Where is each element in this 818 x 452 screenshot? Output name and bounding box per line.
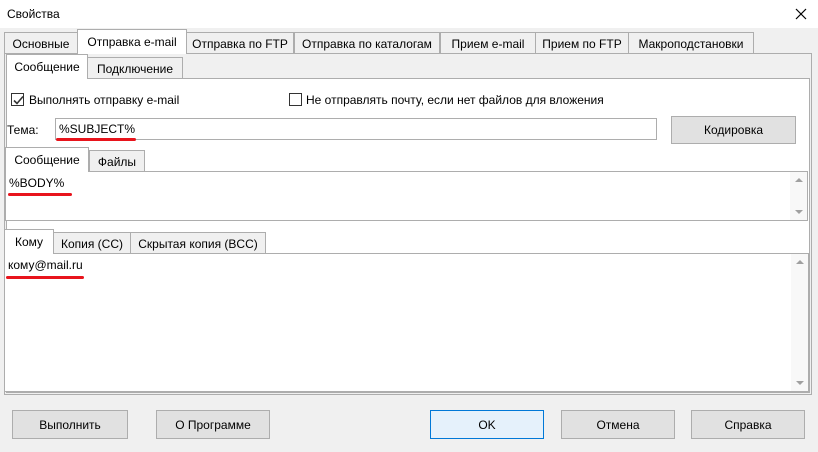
recipients-value: кому@mail.ru xyxy=(8,258,83,272)
highlight-underline-recipients xyxy=(6,276,84,279)
body-textarea[interactable]: %BODY% xyxy=(5,171,808,221)
subject-label: Тема: xyxy=(7,123,39,137)
subject-input[interactable]: %SUBJECT% xyxy=(55,118,657,140)
ok-button[interactable]: OK xyxy=(430,410,544,439)
scroll-up-icon[interactable] xyxy=(795,178,803,182)
tab-main-send-email[interactable]: Отправка e-mail xyxy=(77,29,187,54)
highlight-underline-body xyxy=(8,193,72,196)
body-scrollbar[interactable] xyxy=(790,172,807,220)
tab-main-send-folders[interactable]: Отправка по каталогам xyxy=(294,32,440,54)
subject-value: %SUBJECT% xyxy=(59,122,136,136)
checkmark-icon xyxy=(13,95,24,105)
no-attach-label: Не отправлять почту, если нет файлов для… xyxy=(306,93,604,107)
tab-recipient-cc[interactable]: Копия (CC) xyxy=(53,232,131,254)
tab-main-macros[interactable]: Макроподстановки xyxy=(628,32,754,54)
tab-main-general[interactable]: Основные xyxy=(4,32,78,54)
recipients-textarea[interactable]: кому@mail.ru xyxy=(4,253,809,392)
tab-main-receive-email[interactable]: Прием e-mail xyxy=(440,32,536,54)
tab-body-message[interactable]: Сообщение xyxy=(5,147,89,172)
encoding-button[interactable]: Кодировка xyxy=(671,116,796,144)
title-bar: Свойства xyxy=(0,0,818,28)
scroll-down-icon[interactable] xyxy=(795,210,803,214)
scroll-down-icon[interactable] xyxy=(796,381,804,385)
close-icon xyxy=(795,8,807,20)
tab-recipient-to[interactable]: Кому xyxy=(4,229,54,254)
tab-sub-connection[interactable]: Подключение xyxy=(87,57,183,79)
tab-body-files[interactable]: Файлы xyxy=(89,150,145,172)
run-button[interactable]: Выполнить xyxy=(12,410,128,439)
highlight-underline-subject xyxy=(56,138,136,141)
send-email-label: Выполнять отправку e-mail xyxy=(29,93,180,107)
no-attach-checkbox[interactable] xyxy=(289,93,302,106)
help-button[interactable]: Справка xyxy=(691,410,805,439)
tab-sub-message[interactable]: Сообщение xyxy=(6,54,88,79)
scroll-up-icon[interactable] xyxy=(796,260,804,264)
close-button[interactable] xyxy=(784,0,818,28)
tab-main-receive-ftp[interactable]: Прием по FTP xyxy=(535,32,629,54)
recipients-scrollbar[interactable] xyxy=(791,254,808,391)
send-email-checkbox[interactable] xyxy=(11,93,24,106)
about-button[interactable]: О Программе xyxy=(156,410,270,439)
tab-main-send-ftp[interactable]: Отправка по FTP xyxy=(186,32,294,54)
cancel-button[interactable]: Отмена xyxy=(561,410,675,439)
tab-recipient-bcc[interactable]: Скрытая копия (BCC) xyxy=(130,232,266,254)
window-title: Свойства xyxy=(7,7,60,21)
body-value: %BODY% xyxy=(9,176,65,190)
